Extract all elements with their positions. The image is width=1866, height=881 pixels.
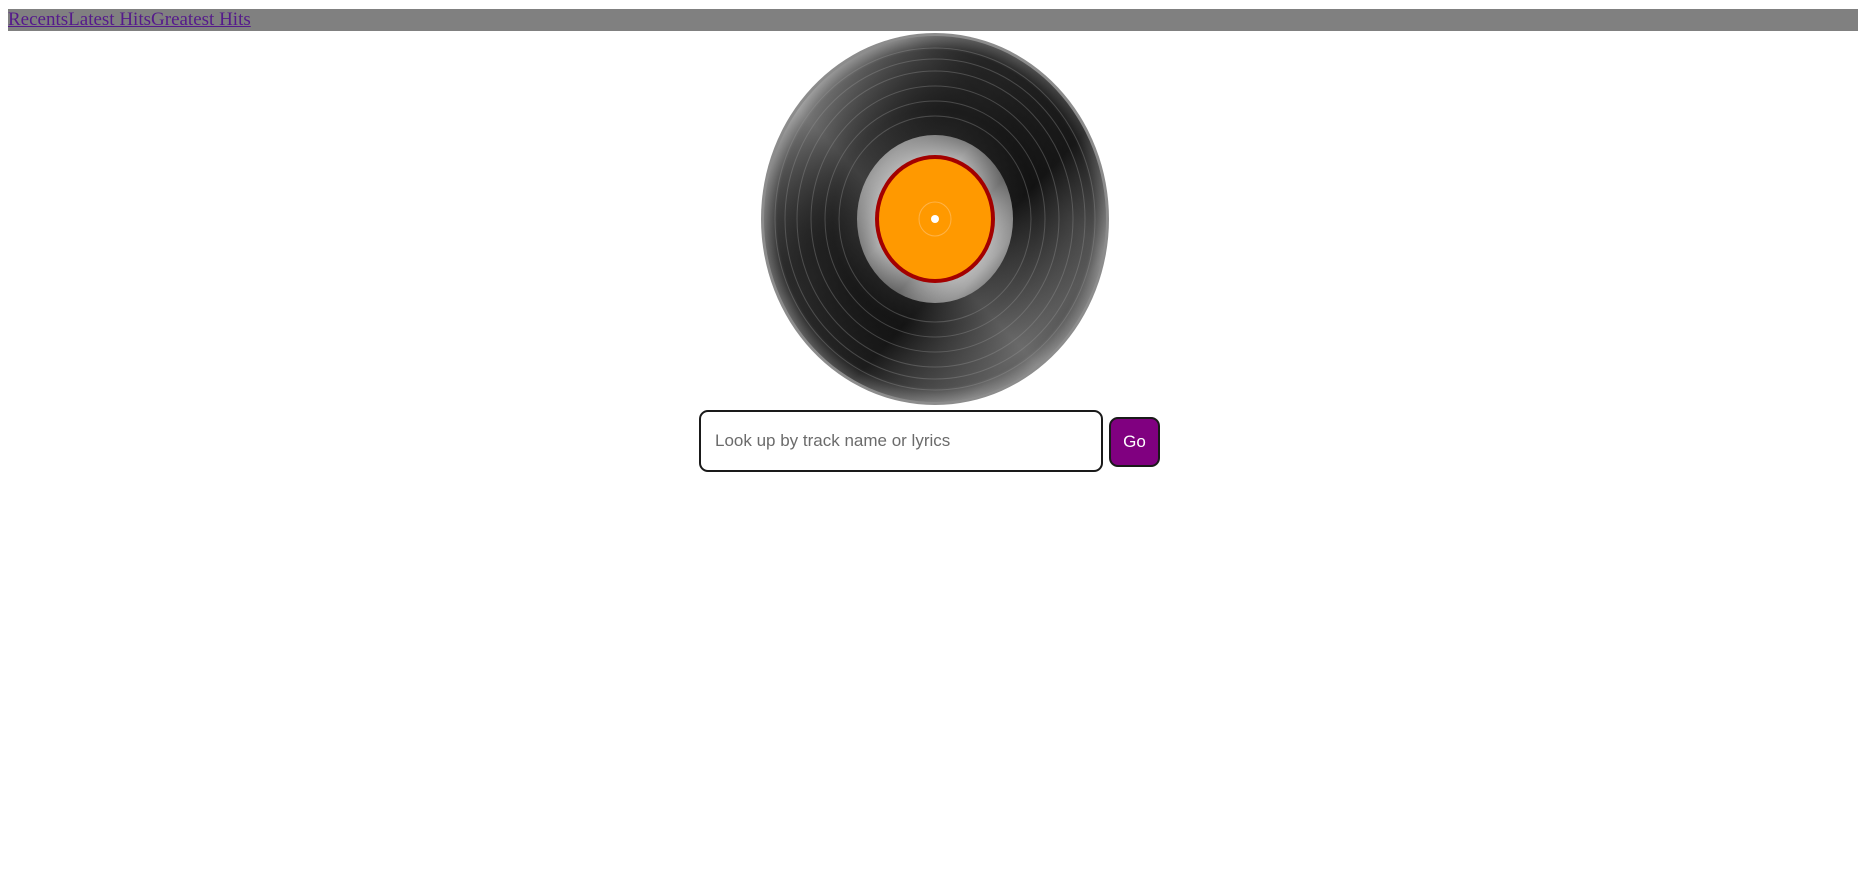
nav-link-greatest-hits[interactable]: Greatest Hits: [151, 9, 251, 31]
vinyl-record-icon: [760, 33, 1110, 406]
go-button[interactable]: Go: [1109, 417, 1160, 467]
nav-link-latest-hits[interactable]: Latest Hits: [68, 9, 151, 31]
top-nav-bar: Recents Latest Hits Greatest Hits: [8, 9, 1858, 31]
nav-link-recents[interactable]: Recents: [8, 9, 68, 31]
search-input[interactable]: [699, 410, 1103, 472]
